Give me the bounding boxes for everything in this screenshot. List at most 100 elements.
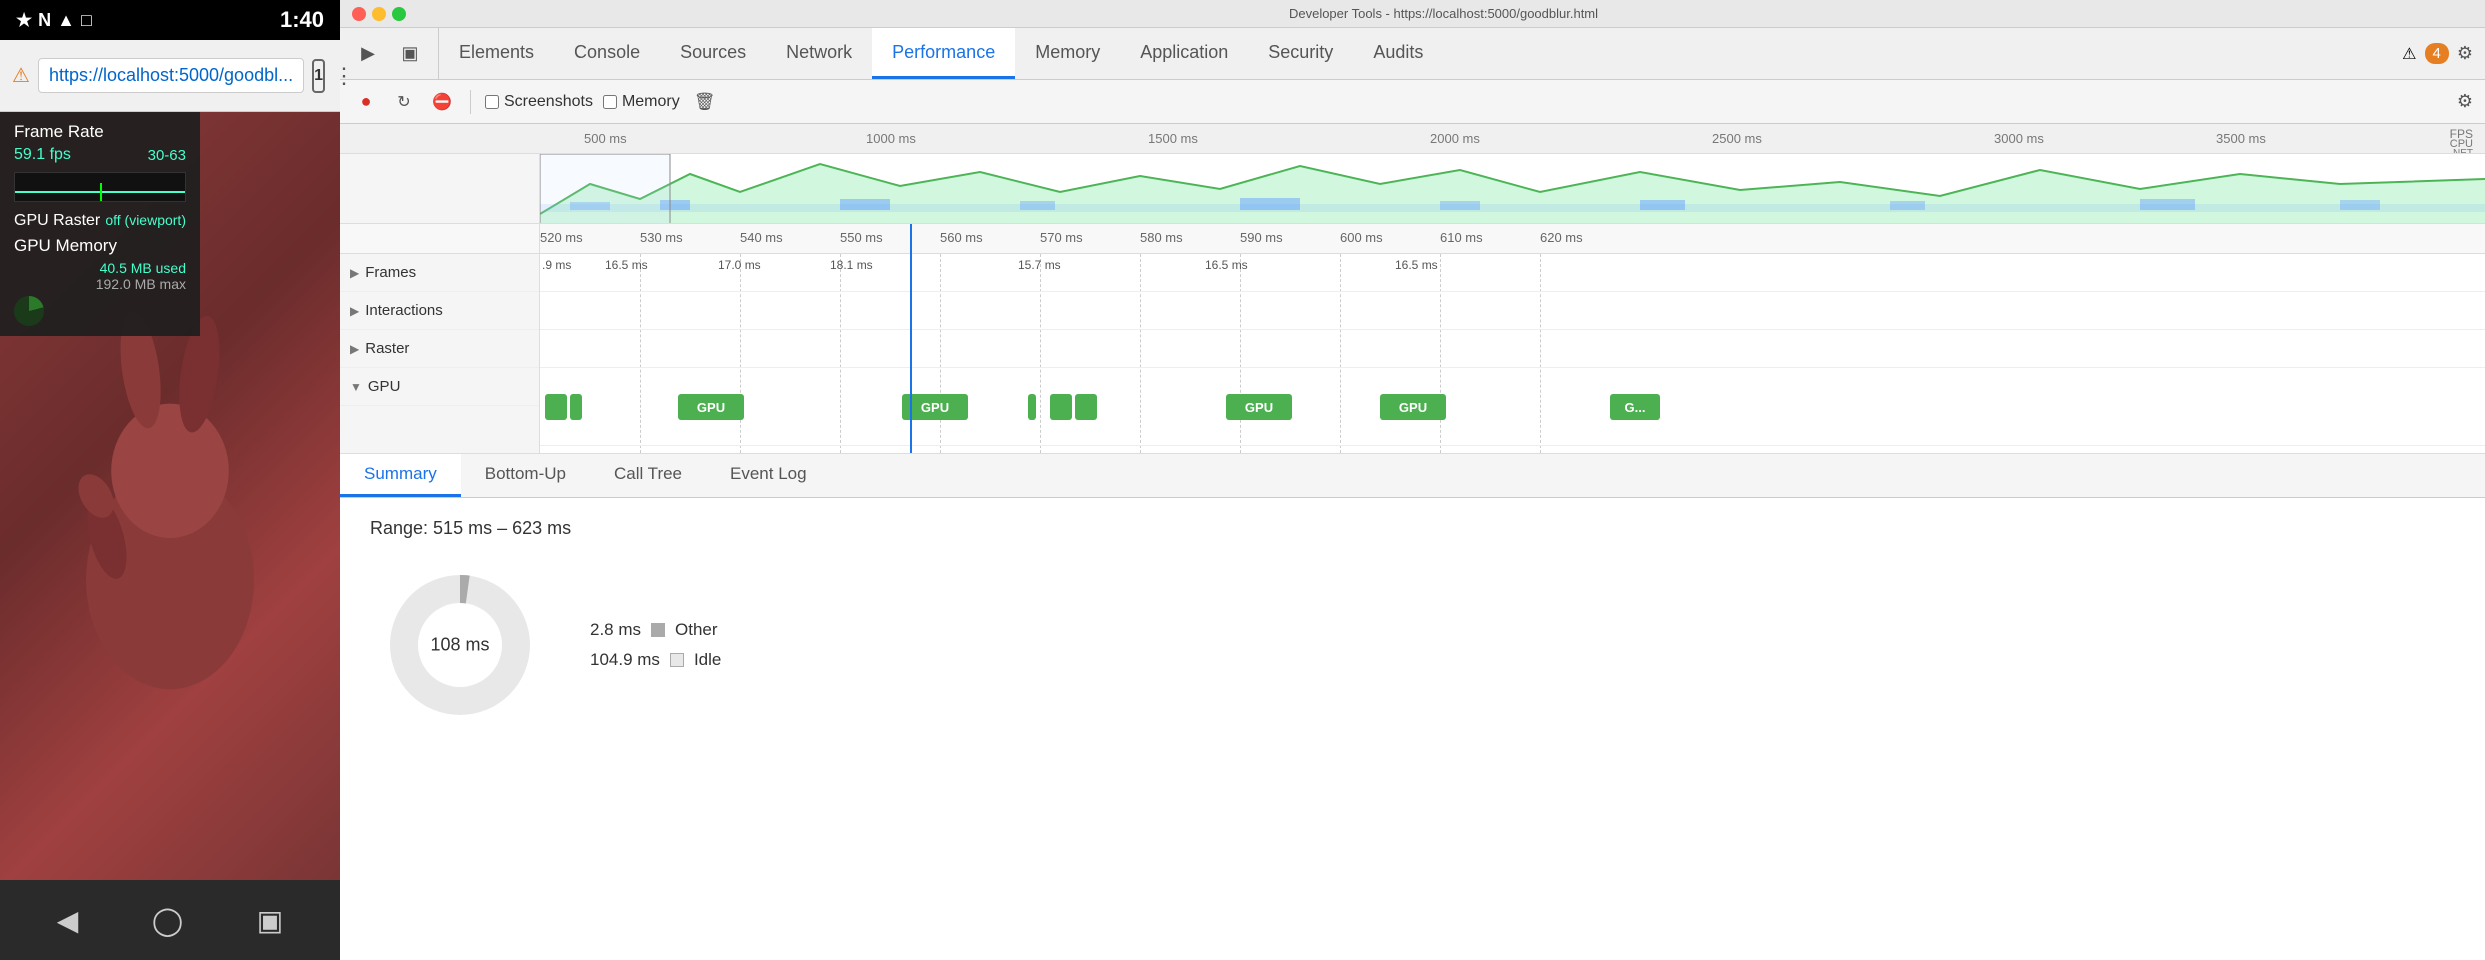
- tab-event-log[interactable]: Event Log: [706, 454, 831, 497]
- security-warning-icon: ⚠: [12, 63, 30, 88]
- close-window-button[interactable]: [352, 7, 366, 21]
- frame-timing-2: 17.0 ms: [718, 258, 761, 272]
- tl-time-axis-row: [340, 224, 539, 254]
- tab-elements[interactable]: Elements: [439, 28, 554, 79]
- tl-label-interactions[interactable]: ▶ Interactions: [340, 292, 539, 330]
- mobile-status-bar: ★ N ▲ □ 1:40: [0, 0, 340, 40]
- mobile-nav-bar: ◀ ◯ ▣: [0, 880, 340, 960]
- tab-application[interactable]: Application: [1120, 28, 1248, 79]
- recents-button[interactable]: ▣: [257, 904, 283, 937]
- gpu-block-0b: [570, 394, 582, 420]
- record-button[interactable]: ●: [352, 88, 380, 116]
- wifi-icon: ▲: [57, 10, 75, 31]
- url-text: https://localhost:5000/goodbl...: [49, 65, 293, 86]
- gpu-block-1: GPU: [678, 394, 744, 420]
- url-bar[interactable]: https://localhost:5000/goodbl...: [38, 58, 304, 93]
- reload-record-button[interactable]: ↻: [390, 88, 418, 116]
- gpu-block-3a: [1028, 394, 1036, 420]
- mobile-browser-bar: ⚠ https://localhost:5000/goodbl... 1 ⋮: [0, 40, 340, 112]
- ruler-tick-2000: 2000 ms: [1430, 131, 1480, 146]
- ruler-tick-2500: 2500 ms: [1712, 131, 1762, 146]
- tab-count-button[interactable]: 1: [312, 59, 325, 93]
- battery-icon: □: [81, 10, 92, 31]
- ruler-tick-3500: 3500 ms: [2216, 131, 2266, 146]
- overview-svg: [540, 154, 2485, 223]
- overview-area[interactable]: [340, 154, 2485, 224]
- gpu-block-6: G...: [1610, 394, 1660, 420]
- playhead-line[interactable]: [910, 224, 912, 453]
- bottom-tab-bar: Summary Bottom-Up Call Tree Event Log: [340, 454, 2485, 498]
- gpu-overlay-panel: Frame Rate 59.1 fps 30-63 GPU Raster off…: [0, 112, 200, 336]
- timeline-ruler: 500 ms 1000 ms 1500 ms 2000 ms 2500 ms 3…: [340, 124, 2485, 154]
- more-menu-button[interactable]: ⋮: [333, 63, 355, 89]
- maximize-window-button[interactable]: [392, 7, 406, 21]
- bottom-content: Range: 515 ms – 623 ms: [340, 498, 2485, 960]
- settings-icon[interactable]: ⚙: [2457, 43, 2473, 64]
- tab-sources[interactable]: Sources: [660, 28, 766, 79]
- pie-center-label: 108 ms: [430, 635, 489, 656]
- tick-610: 610 ms: [1440, 230, 1483, 245]
- frames-label: Frames: [365, 264, 416, 281]
- idle-value: 104.9 ms: [590, 650, 660, 670]
- gpu-memory-used: 40.5 MB used: [100, 260, 186, 276]
- tab-network[interactable]: Network: [766, 28, 872, 79]
- cursor-tool-button[interactable]: ▶: [350, 36, 386, 72]
- tl-label-gpu[interactable]: ▼ GPU: [340, 368, 539, 406]
- frame-timing-6: 16.5 ms: [1395, 258, 1438, 272]
- gpu-block-4: GPU: [1226, 394, 1292, 420]
- tab-memory[interactable]: Memory: [1015, 28, 1120, 79]
- timeline-tracks[interactable]: 520 ms 530 ms 540 ms 550 ms 560 ms 570 m…: [540, 224, 2485, 453]
- frames-expand-arrow: ▶: [350, 266, 359, 280]
- gpu-memory-max-row: 192.0 MB max: [14, 276, 186, 292]
- memory-checkbox[interactable]: [603, 95, 617, 109]
- gpu-memory-title: GPU Memory: [14, 236, 186, 256]
- pie-chart: 108 ms: [370, 555, 550, 735]
- screenshots-checkbox-label[interactable]: Screenshots: [485, 93, 593, 111]
- rabbit-svg: [40, 286, 300, 706]
- tab-performance[interactable]: Performance: [872, 28, 1015, 79]
- tl-label-raster[interactable]: ▶ Raster: [340, 330, 539, 368]
- frame-timing-4: 15.7 ms: [1018, 258, 1061, 272]
- warning-icon: ⚠: [2402, 44, 2416, 64]
- screenshots-checkbox[interactable]: [485, 95, 499, 109]
- bottom-panel: Summary Bottom-Up Call Tree Event Log Ra…: [340, 454, 2485, 960]
- home-button[interactable]: ◯: [152, 904, 183, 937]
- tab-console[interactable]: Console: [554, 28, 660, 79]
- tab-audits[interactable]: Audits: [1353, 28, 1443, 79]
- tick-580: 580 ms: [1140, 230, 1183, 245]
- device-toggle-button[interactable]: ▣: [392, 36, 428, 72]
- range-info: Range: 515 ms – 623 ms: [370, 518, 2455, 539]
- gpu-memory-max: 192.0 MB max: [96, 276, 186, 292]
- memory-checkbox-label[interactable]: Memory: [603, 93, 680, 111]
- idle-label: Idle: [694, 650, 721, 670]
- back-button[interactable]: ◀: [57, 904, 79, 937]
- pie-area: 108 ms 2.8 ms Other 104.9 ms Idle: [370, 555, 2455, 735]
- tab-bottom-up[interactable]: Bottom-Up: [461, 454, 590, 497]
- legend-other: 2.8 ms Other: [590, 620, 721, 640]
- overview-chart[interactable]: [540, 154, 2485, 223]
- frame-timing-1: 16.5 ms: [605, 258, 648, 272]
- performance-toolbar: ● ↻ ⛔ Screenshots Memory 🗑 ⚙: [340, 80, 2485, 124]
- devtools-tab-bar: ▶ ▣ Elements Console Sources Network Per…: [340, 28, 2485, 80]
- gpu-label: GPU: [368, 378, 401, 395]
- tab-call-tree[interactable]: Call Tree: [590, 454, 706, 497]
- tick-530: 530 ms: [640, 230, 683, 245]
- interactions-label: Interactions: [365, 302, 443, 319]
- frames-track: .9 ms 16.5 ms 17.0 ms 18.1 ms 15.7 ms 16…: [540, 254, 2485, 292]
- interactions-expand-arrow: ▶: [350, 304, 359, 318]
- tab-summary[interactable]: Summary: [340, 454, 461, 497]
- performance-settings-button[interactable]: ⚙: [2457, 91, 2473, 112]
- delete-recording-button[interactable]: 🗑: [694, 92, 716, 112]
- gpu-block-3b: [1050, 394, 1072, 420]
- devtools-title-bar: Developer Tools - https://localhost:5000…: [340, 0, 2485, 28]
- idle-color-box: [670, 653, 684, 667]
- fps-value: 59.1 fps: [14, 146, 71, 164]
- minimize-window-button[interactable]: [372, 7, 386, 21]
- tl-label-frames[interactable]: ▶ Frames: [340, 254, 539, 292]
- clear-button[interactable]: ⛔: [428, 88, 456, 116]
- tab-security[interactable]: Security: [1248, 28, 1353, 79]
- gpu-raster-row: GPU Raster off (viewport): [14, 212, 186, 230]
- tabs-right-controls: ⚠ 4 ⚙: [2390, 28, 2485, 79]
- frame-rate-title: Frame Rate: [14, 122, 186, 142]
- tick-590: 590 ms: [1240, 230, 1283, 245]
